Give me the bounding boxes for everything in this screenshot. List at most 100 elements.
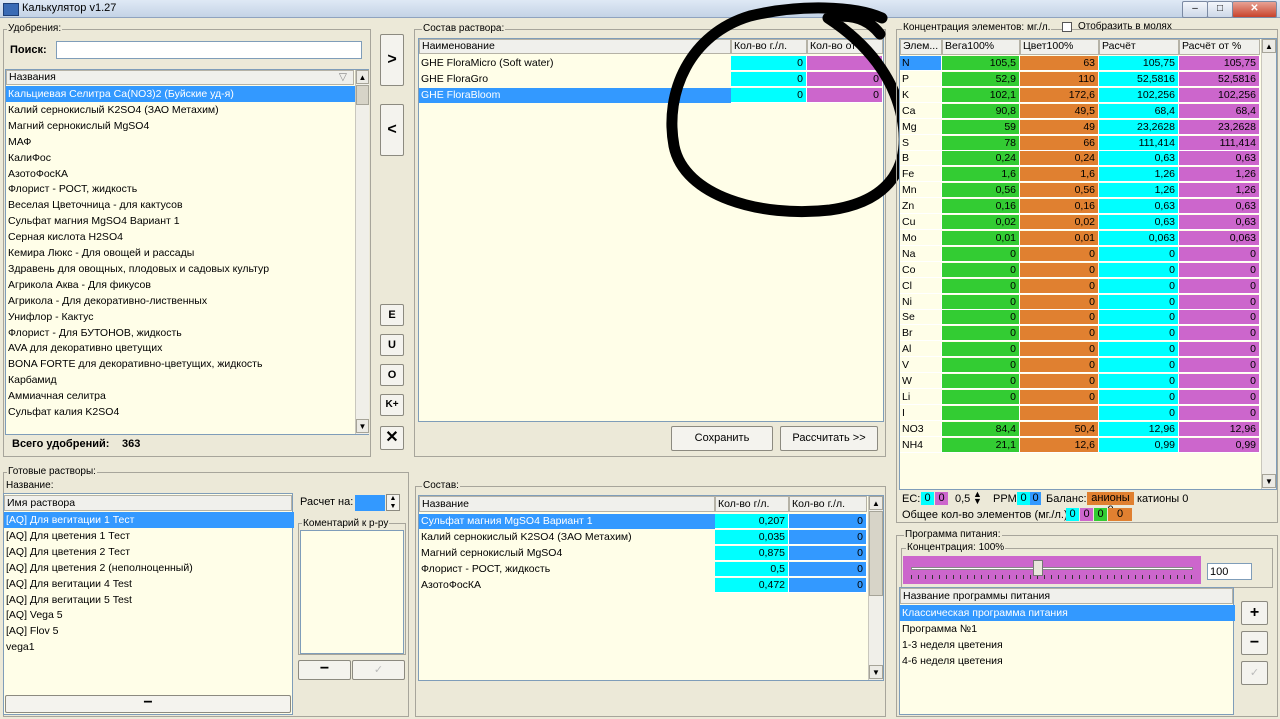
add-to-composition-button[interactable]: >: [380, 34, 404, 86]
remove-from-composition-button[interactable]: <: [380, 104, 404, 156]
sostav-row-qty2[interactable]: 0: [789, 546, 867, 561]
o-button[interactable]: O: [380, 364, 404, 386]
concentration-scrollbar[interactable]: ▲ ▼: [1261, 39, 1276, 489]
program-add-button[interactable]: +: [1241, 601, 1268, 625]
ready-solution-item[interactable]: vega1: [4, 639, 294, 655]
sostav-row-qty[interactable]: 0,875: [715, 546, 789, 561]
ec-step-value[interactable]: 0,5: [955, 493, 970, 505]
sostav-table[interactable]: Название Кол-во г/л. Кол-во г./л. Сульфа…: [418, 495, 884, 681]
sostav-row-qty2[interactable]: 0: [789, 514, 867, 529]
fertilizer-list-item[interactable]: Карбамид: [6, 372, 356, 388]
program-list-item[interactable]: Программа №1: [900, 621, 1235, 637]
fertilizer-list-item[interactable]: Унифлор - Кактус: [6, 309, 356, 325]
sostav-row[interactable]: Сульфат магния MgSO4 Вариант 1 0,207 0: [419, 514, 867, 530]
fertilizers-list[interactable]: Названия ▽ Кальциевая Селитра Ca(NO3)2 (…: [5, 69, 369, 435]
search-input[interactable]: [56, 41, 362, 59]
fertilizer-list-item[interactable]: Аммиачная селитра: [6, 388, 356, 404]
program-remove-button[interactable]: −: [1241, 631, 1268, 655]
ready-remove-button[interactable]: −: [5, 695, 291, 713]
ready-solution-item[interactable]: [AQ] Для вегитации 1 Тест: [4, 512, 294, 528]
concentration-input[interactable]: [1207, 563, 1252, 580]
comment-minus-button[interactable]: −: [298, 660, 351, 680]
program-list-item[interactable]: Классическая программа питания: [900, 605, 1235, 621]
ready-solution-item[interactable]: [AQ] Для вегитации 4 Test: [4, 576, 294, 592]
ec-step-spinner-icon[interactable]: ▲ ▼: [973, 490, 982, 506]
sostav-row[interactable]: Флорист - РОСТ, жидкость 0,5 0: [419, 562, 867, 578]
conc-scroll-down-icon[interactable]: ▼: [1262, 474, 1276, 488]
conc-header-flower[interactable]: Цвет100%: [1020, 39, 1099, 55]
concentration-slider[interactable]: [903, 556, 1201, 584]
e-button[interactable]: E: [380, 304, 404, 326]
fertilizer-list-item[interactable]: BONA FORTE для декоративно-цветущих, жид…: [6, 356, 356, 372]
fertilizers-column-header[interactable]: Названия ▽: [6, 70, 354, 85]
sostav-scroll-thumb[interactable]: [869, 511, 883, 596]
sostav-row-qty[interactable]: 0,472: [715, 578, 789, 593]
u-button[interactable]: U: [380, 334, 404, 356]
comment-textarea[interactable]: [300, 530, 404, 654]
sostav-row[interactable]: АзотоФосКА 0,472 0: [419, 578, 867, 594]
sostav-scroll-down-icon[interactable]: ▼: [869, 665, 883, 679]
close-button[interactable]: ✕: [1232, 1, 1277, 18]
fertilizer-list-item[interactable]: AVA для декоративно цветущих: [6, 340, 356, 356]
sostav-scrollbar[interactable]: ▲ ▼: [868, 496, 883, 680]
sostav-header-name[interactable]: Название: [419, 496, 715, 512]
ready-solution-item[interactable]: [AQ] Для вегитации 5 Test: [4, 592, 294, 608]
fertilizer-list-item[interactable]: Флорист - Для БУТОНОВ, жидкость: [6, 325, 356, 341]
fertilizer-list-item[interactable]: Сульфат магния MgSO4 Вариант 1: [6, 213, 356, 229]
k-plus-button[interactable]: K+: [380, 394, 404, 416]
conc-header-element[interactable]: Элем...: [900, 39, 942, 55]
ready-solution-item[interactable]: [AQ] Vega 5: [4, 607, 294, 623]
comment-check-button[interactable]: ✓: [352, 660, 405, 680]
calc-on-spinner-icon[interactable]: ▲ ▼: [386, 494, 400, 511]
sostav-row-qty[interactable]: 0,5: [715, 562, 789, 577]
conc-scroll-up-icon[interactable]: ▲: [1262, 39, 1276, 53]
fertilizer-list-item[interactable]: Агрикола Аква - Для фикусов: [6, 277, 356, 293]
concentration-table[interactable]: Элем... Вега100% Цвет100% Расчёт Расчёт …: [899, 38, 1277, 490]
conc-header-calc-pct[interactable]: Расчёт от %: [1179, 39, 1260, 55]
fertilizer-list-item[interactable]: Агрикола - Для декоративно-лиственных: [6, 293, 356, 309]
calculate-button[interactable]: Рассчитать >>: [780, 426, 878, 451]
fertilizer-list-item[interactable]: Серная кислота H2SO4: [6, 229, 356, 245]
program-column-header[interactable]: Название программы питания: [900, 588, 1233, 604]
fertilizer-list-item[interactable]: АзотоФосКА: [6, 166, 356, 182]
program-list-item[interactable]: 4-6 неделя цветения: [900, 653, 1235, 669]
sostav-header-qty2[interactable]: Кол-во г./л.: [789, 496, 867, 512]
slider-thumb[interactable]: [1033, 560, 1044, 576]
sostav-header-qty[interactable]: Кол-во г/л.: [715, 496, 789, 512]
fertilizer-list-item[interactable]: МАФ: [6, 134, 356, 150]
fertilizer-list-item[interactable]: КалиФос: [6, 150, 356, 166]
ready-solution-item[interactable]: [AQ] Для цветения 2 (неполноценный): [4, 560, 294, 576]
fertilizer-list-item[interactable]: Сульфат калия K2SO4: [6, 404, 356, 420]
sostav-row-qty2[interactable]: 0: [789, 562, 867, 577]
fertilizers-scrollbar[interactable]: ▲ ▼: [355, 70, 369, 434]
scroll-up-icon[interactable]: ▲: [356, 70, 369, 84]
fertilizer-list-item[interactable]: Здравень для овощных, плодовых и садовых…: [6, 261, 356, 277]
fertilizer-list-item[interactable]: Веселая Цветочница - для кактусов: [6, 197, 356, 213]
sostav-row[interactable]: Калий сернокислый K2SO4 (ЗАО Метахим) 0,0…: [419, 530, 867, 546]
ready-solution-item[interactable]: [AQ] Для цветения 1 Тест: [4, 528, 294, 544]
sostav-row-qty[interactable]: 0,035: [715, 530, 789, 545]
calc-on-field[interactable]: [355, 495, 385, 511]
ready-column-header[interactable]: Имя раствора: [4, 495, 292, 511]
ready-solution-item[interactable]: [AQ] Flov 5: [4, 623, 294, 639]
sostav-row[interactable]: Магний сернокислый MgSO4 0,875 0: [419, 546, 867, 562]
conc-header-calc[interactable]: Расчёт: [1099, 39, 1179, 55]
scroll-thumb[interactable]: [356, 85, 369, 105]
fertilizer-list-item[interactable]: Калий сернокислый K2SO4 (ЗАО Метахим): [6, 102, 356, 118]
fertilizer-list-item[interactable]: Кальциевая Селитра Ca(NO3)2 (Буйские уд-…: [6, 86, 356, 102]
minimize-button[interactable]: –: [1182, 1, 1208, 18]
ready-solutions-list[interactable]: Имя раствора [AQ] Для вегитации 1 Тест [A…: [3, 493, 294, 715]
program-list-item[interactable]: 1-3 неделя цветения: [900, 637, 1235, 653]
maximize-button[interactable]: □: [1207, 1, 1233, 18]
fertilizer-list-item[interactable]: Магний сернокислый MgSO4: [6, 118, 356, 134]
program-check-button[interactable]: ✓: [1241, 661, 1268, 685]
save-button[interactable]: Сохранить: [671, 426, 773, 451]
sostav-row-qty2[interactable]: 0: [789, 578, 867, 593]
moles-checkbox[interactable]: [1062, 22, 1072, 32]
ready-solution-item[interactable]: [AQ] Для цветения 2 Тест: [4, 544, 294, 560]
sostav-scroll-up-icon[interactable]: ▲: [869, 496, 883, 510]
program-list[interactable]: Название программы питания Классическая …: [899, 587, 1235, 715]
scroll-down-icon[interactable]: ▼: [356, 419, 369, 433]
fertilizer-list-item[interactable]: Кемира Люкс - Для овощей и рассады: [6, 245, 356, 261]
sostav-row-qty2[interactable]: 0: [789, 530, 867, 545]
